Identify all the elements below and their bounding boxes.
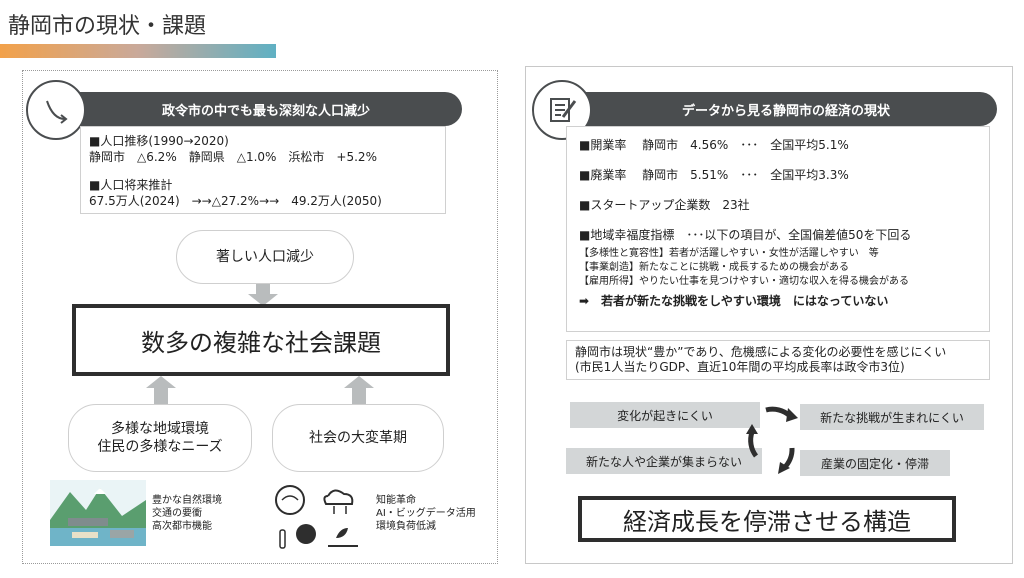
left-banner: 政令市の中でも最も深刻な人口減少	[70, 92, 462, 126]
curve-arrow-icon	[26, 80, 86, 140]
affluence-note-line-1: 静岡市は現状“豊か”であり、危機感による変化の必要性を感じにくい	[575, 345, 947, 359]
diverse-needs-label: 住民の多様なニーズ	[97, 439, 223, 455]
cycle-step-label: 産業の固定化・停滞	[820, 456, 929, 471]
stagnation-structure-label: 経済成長を停滞させる構造	[623, 507, 911, 536]
nature-feature-1: 豊かな自然環境	[152, 495, 222, 506]
cycle-step-stagnation: 産業の固定化・停滞	[800, 450, 950, 476]
page-title: 静岡市の現状・課題	[8, 14, 207, 39]
social-transformation-pill: 社会の大変革期	[272, 404, 444, 472]
wellbeing-item-3: 【雇用所得】やりたい仕事を見つけやすい・適切な収入を得る機会がある	[579, 276, 909, 287]
nature-feature-3: 高次都市機能	[152, 521, 212, 532]
social-issues-box: 数多の複雑な社会課題	[72, 304, 450, 376]
cycle-step-label: 新たな挑戦が生まれにくい	[820, 410, 964, 425]
stagnation-structure-box: 経済成長を停滞させる構造	[578, 496, 956, 542]
social-transformation-label: 社会の大変革期	[309, 430, 407, 446]
population-info: ■人口推移(1990→2020) 静岡市 △6.2% 静岡県 △1.0% 浜松市…	[80, 126, 446, 214]
up-arrow-icon	[344, 376, 374, 404]
economy-info: ■開業率 静岡市 4.56% ･･･ 全国平均5.1% ■廃業率 静岡市 5.5…	[566, 126, 990, 332]
opening-rate-row: ■開業率 静岡市 4.56% ･･･ 全国平均5.1%	[579, 138, 849, 152]
ai-technology-icon	[275, 485, 358, 549]
population-forecast-heading: ■人口将来推計	[89, 178, 173, 192]
population-forecast-values: 67.5万人(2024) →→△27.2%→→ 49.2万人(2050)	[89, 194, 382, 208]
economy-conclusion: ➡ 若者が新たな挑戦をしやすい環境 にはなっていない	[579, 294, 889, 308]
cycle-step-no-change: 変化が起きにくい	[570, 402, 760, 428]
wellbeing-index-row: ■地域幸福度指標 ･･･以下の項目が、全国偏差値50を下回る	[579, 228, 912, 242]
cycle-step-label: 新たな人や企業が集まらない	[585, 454, 742, 469]
title-accent-bar	[0, 44, 276, 58]
technology-feature-3: 環境負荷低減	[376, 521, 436, 532]
closing-rate-row: ■廃業率 静岡市 5.51% ･･･ 全国平均3.3%	[579, 168, 849, 182]
nature-features-list: 豊かな自然環境 交通の要衝 高次都市機能	[152, 494, 222, 533]
landscape-illustration-icon	[50, 480, 146, 546]
cycle-arrows-icon	[746, 406, 798, 474]
up-arrow-icon	[146, 376, 176, 404]
right-banner-label: データから見る静岡市の経済の現状	[681, 103, 890, 119]
technology-features-list: 知能革命 AI・ビッグデータ活用 環境負荷低減	[376, 494, 476, 533]
affluence-note-line-2: (市民1人当たりGDP、直近10年間の平均成長率は政令市3位)	[575, 360, 905, 374]
down-arrow-icon	[248, 284, 278, 306]
cycle-step-label: 変化が起きにくい	[617, 408, 713, 423]
population-trend-values: 静岡市 △6.2% 静岡県 △1.0% 浜松市 +5.2%	[89, 150, 377, 164]
diverse-environment-pill: 多様な地域環境 住民の多様なニーズ	[68, 404, 252, 472]
right-banner: データから見る静岡市の経済の現状	[575, 92, 997, 126]
population-decline-pill: 著しい人口減少	[176, 230, 354, 284]
wellbeing-item-2: 【事業創造】新たなことに挑戦・成長するための機会がある	[579, 262, 849, 273]
cycle-step-no-challenge: 新たな挑戦が生まれにくい	[800, 404, 984, 430]
technology-feature-2: AI・ビッグデータ活用	[376, 508, 476, 519]
left-banner-label: 政令市の中でも最も深刻な人口減少	[161, 103, 370, 119]
affluence-note: 静岡市は現状“豊か”であり、危機感による変化の必要性を感じにくい (市民1人当た…	[566, 340, 990, 380]
social-issues-label: 数多の複雑な社会課題	[141, 328, 381, 357]
startup-count-row: ■スタートアップ企業数 23社	[579, 198, 750, 212]
wellbeing-item-1: 【多様性と寛容性】若者が活躍しやすい・女性が活躍しやすい 等	[579, 248, 879, 259]
technology-feature-1: 知能革命	[376, 495, 416, 506]
nature-feature-2: 交通の要衝	[152, 508, 202, 519]
population-trend-heading: ■人口推移(1990→2020)	[89, 134, 229, 148]
diverse-environment-label: 多様な地域環境	[111, 421, 209, 437]
population-decline-label: 著しい人口減少	[216, 249, 314, 265]
cycle-step-no-newcomers: 新たな人や企業が集まらない	[566, 448, 762, 474]
